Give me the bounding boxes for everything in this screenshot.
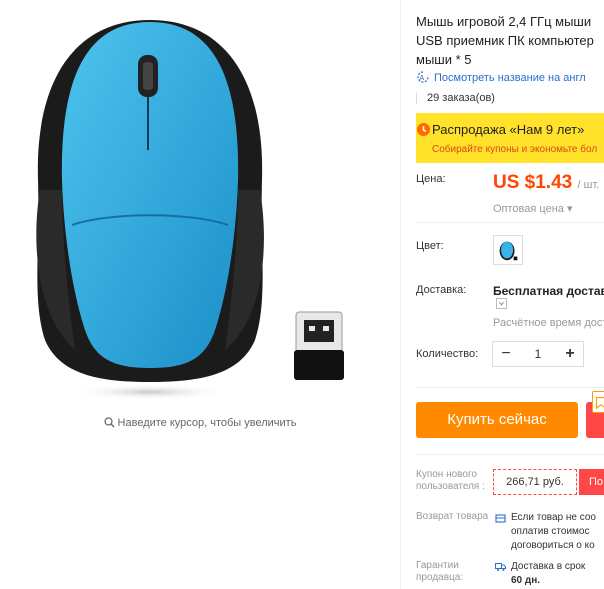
price-label: Цена: [416,173,446,185]
shipping-estimate: Расчётное время дост [493,317,604,329]
shipping-method[interactable]: Бесплатная доставка [493,284,604,298]
quantity-label: Количество: [416,348,479,360]
divider [416,222,604,223]
translate-link-text[interactable]: Посмотреть название на англ [434,72,586,84]
product-info: Мышь игровой 2,4 ГГц мыши USB приемник П… [416,0,604,589]
wholesale-price-toggle[interactable]: Оптовая цена ▾ [493,202,572,215]
magnifier-icon [103,417,115,428]
promo-title: Распродажа «Нам 9 лет» [432,122,585,137]
guarantee-label: Гарантии продавца: [416,560,464,583]
price-value: US $1.43 / шт. [493,172,599,194]
returns-line-3: договориться о ко [511,540,595,551]
zoom-hint: Наведите курсор, чтобы увеличить [0,417,400,429]
translate-icon: A [417,71,429,83]
column-divider [400,0,401,589]
buy-now-button[interactable]: Купить сейчас [416,402,578,438]
quantity-stepper: − 1 + [492,341,584,367]
svg-text:A: A [420,75,425,82]
quantity-increase-button[interactable]: + [557,342,583,366]
product-gallery: Наведите курсор, чтобы увеличить [0,0,400,589]
color-swatch-blue[interactable] [493,235,523,265]
product-image[interactable] [20,10,380,410]
returns-line-1: Если товар не соо [511,512,596,523]
promo-subtitle: Собирайте купоны и экономьте бол [432,144,598,155]
quantity-input[interactable]: 1 [519,342,557,366]
returns-label: Возврат товара [416,511,489,522]
zoom-hint-text: Наведите курсор, чтобы увеличить [117,417,297,429]
promo-banner[interactable]: Распродажа «Нам 9 лет» Собирайте купоны … [416,113,604,163]
guarantee-line-1: Доставка в срок [511,561,586,572]
price-amount: US $1.43 [493,172,573,193]
shipping-label: Доставка: [416,284,467,296]
coupon-amount: 266,71 руб. [493,469,577,495]
clock-icon [417,123,430,136]
coupon-label: Купон нового пользователя : [416,469,485,492]
price-unit: / шт. [577,179,600,191]
guarantee-line-2: 60 дн. [511,575,541,586]
returns-line-2: оплатив стоимос [511,526,590,537]
quantity-decrease-button[interactable]: − [493,342,519,366]
divider [416,387,604,388]
product-title: Мышь игровой 2,4 ГГц мыши USB приемник П… [416,14,594,67]
wishlist-icon[interactable] [592,391,604,413]
return-icon [495,514,506,523]
divider [416,454,604,455]
color-label: Цвет: [416,240,444,252]
orders-count: 29 заказа(ов) [416,92,495,104]
truck-icon [495,563,506,571]
get-coupon-button[interactable]: По [579,469,604,495]
chevron-down-icon[interactable] [496,298,507,309]
translate-link[interactable]: A Посмотреть название на англ [416,70,586,84]
